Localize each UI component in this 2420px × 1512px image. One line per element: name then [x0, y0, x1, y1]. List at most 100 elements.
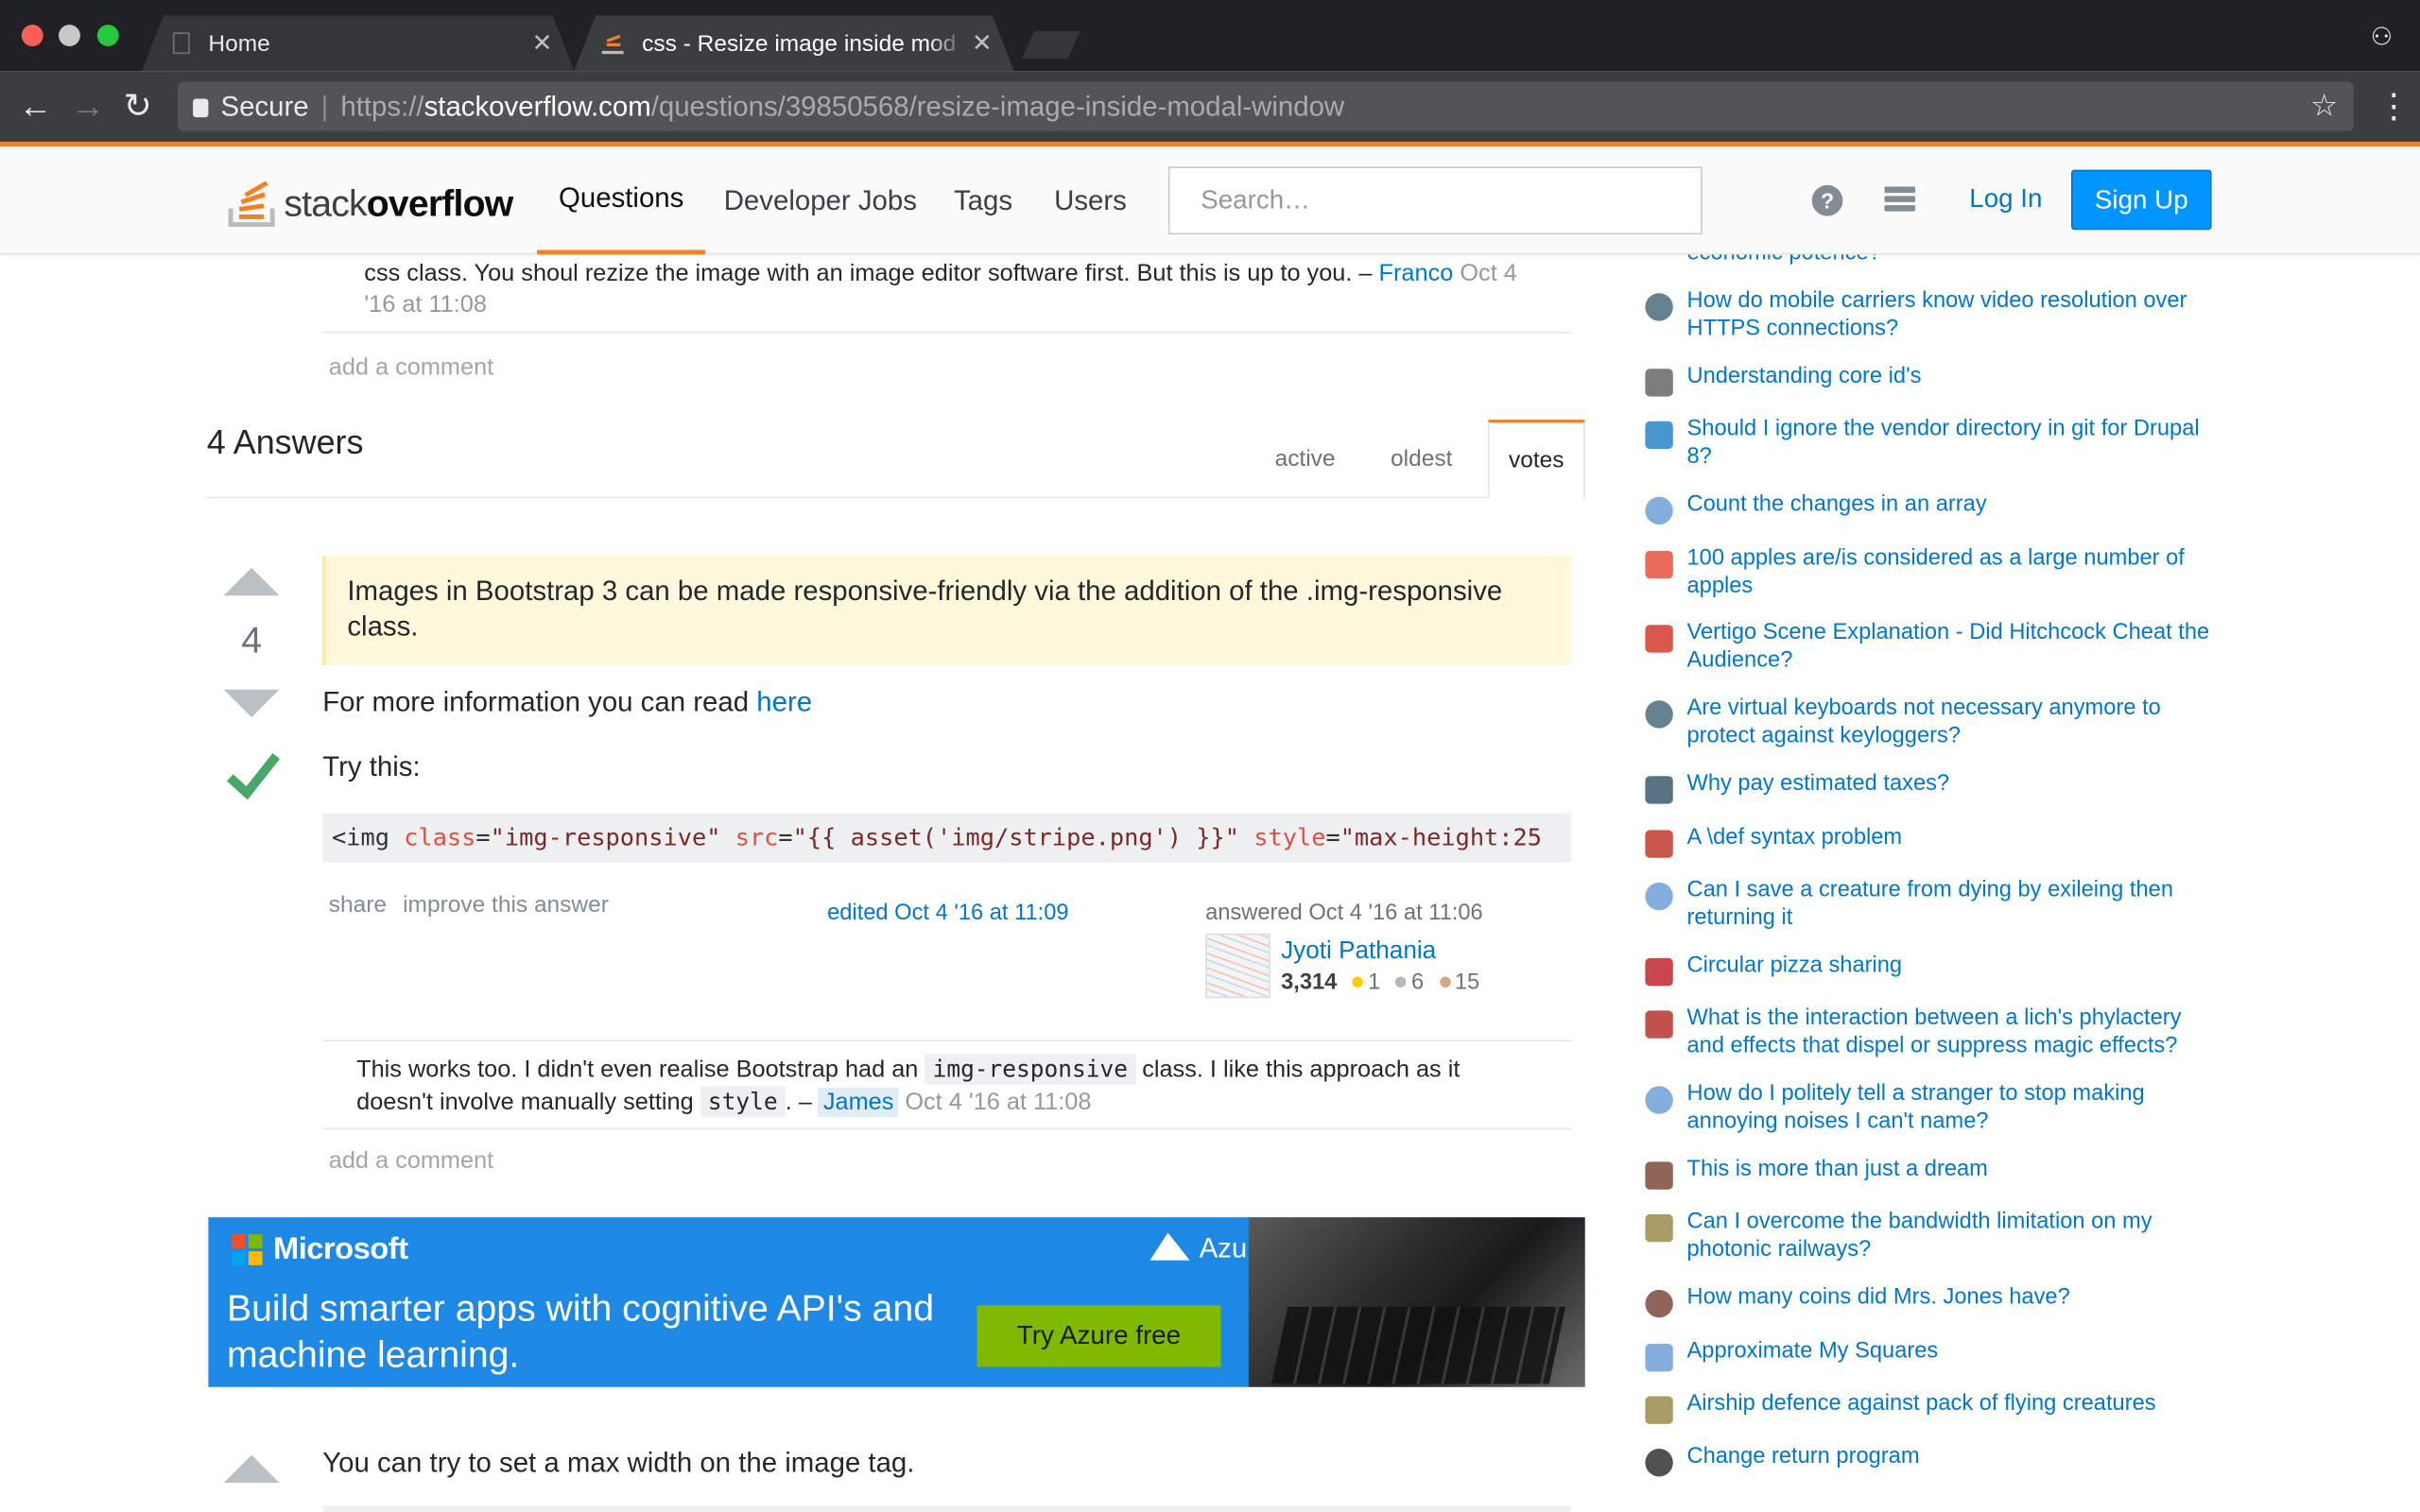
close-window-button[interactable] [21, 25, 43, 46]
hot-question-link[interactable]: Why pay estimated taxes? [1686, 770, 2211, 798]
sort-tab-oldest[interactable]: oldest [1391, 446, 1452, 472]
reload-icon[interactable]: ↻ [124, 86, 152, 126]
comment-user-link[interactable]: James [818, 1088, 899, 1118]
login-link[interactable]: Log In [1969, 183, 2042, 215]
answered-time: answered Oct 4 '16 at 11:06 [1205, 901, 1483, 926]
advertisement-banner[interactable]: Microsoft Build smarter apps with cognit… [208, 1217, 1585, 1387]
answer-paragraph: For more information you can read here [322, 686, 813, 718]
hot-question-link[interactable]: A \def syntax problem [1686, 824, 2211, 851]
comment-date: Oct 4 [1460, 260, 1517, 287]
tab-active[interactable]: css - Resize image inside mod ✕ [574, 15, 1013, 71]
hot-question-link[interactable]: Circular pizza sharing [1686, 952, 2211, 979]
menu-icon[interactable]: ⋮ [2377, 86, 2411, 126]
signup-button[interactable]: Sign Up [2071, 169, 2212, 231]
minimize-window-button[interactable] [59, 25, 80, 46]
divider: | [320, 90, 329, 122]
hot-question-link[interactable]: Approximate My Squares [1686, 1338, 2211, 1366]
unix-linux-se-icon [1645, 369, 1673, 397]
rpg-se-icon [1645, 1010, 1673, 1039]
question-comment: css class. You shoul rezize the image wi… [364, 260, 1517, 318]
divider [322, 1040, 1572, 1042]
answer-paragraph: You can try to set a max width on the im… [322, 1447, 915, 1479]
hot-question-link[interactable]: Should I ignore the vendor directory in … [1686, 415, 2211, 471]
stackoverflow-logo[interactable]: stackoverflow [228, 171, 513, 227]
improve-answer-link[interactable]: improve this answer [403, 892, 609, 919]
hot-question-link[interactable]: Vertigo Scene Explanation - Did Hitchcoc… [1686, 619, 2211, 675]
accepted-check-icon [226, 752, 280, 799]
tab-home[interactable]: Home ✕ [142, 15, 574, 71]
help-icon[interactable]: ? [1811, 184, 1843, 216]
hot-question-link[interactable]: How many coins did Mrs. Jones have? [1686, 1283, 2211, 1311]
forward-icon[interactable]: → [71, 86, 105, 126]
money-se-icon [1645, 776, 1673, 804]
edited-link[interactable]: edited Oct 4 '16 at 11:09 [827, 898, 1068, 929]
ad-headline: Build smarter apps with cognitive API's … [226, 1288, 935, 1377]
tab-label: Home [208, 29, 270, 57]
hot-question-link[interactable]: Understanding core id's [1686, 363, 2211, 390]
comment-date-cont: '16 at 11:08 [364, 291, 487, 318]
address-bar[interactable]: Secure | https://stackoverflow.com/quest… [177, 81, 2354, 131]
stackoverflow-favicon-icon [602, 32, 624, 54]
hot-question-link[interactable]: This is more than just a dream [1686, 1156, 2211, 1183]
hot-question-link[interactable]: Can I save a creature from dying by exil… [1686, 876, 2211, 932]
user-name-link[interactable]: Jyoti Pathania [1281, 936, 1436, 968]
vote-count: 4 [241, 620, 263, 662]
here-link[interactable]: here [756, 687, 812, 718]
add-comment-link[interactable]: add a comment [329, 1146, 493, 1177]
answer-blockquote: Images in Bootstrap 3 can be made respon… [322, 555, 1572, 665]
back-icon[interactable]: ← [19, 86, 53, 126]
microsoft-logo-icon [231, 1234, 263, 1265]
logo-wordmark: stackoverflow [284, 183, 513, 226]
tex-se-icon [1645, 830, 1673, 858]
hot-question-link[interactable]: What is the interaction between a lich's… [1686, 1005, 2211, 1060]
add-comment-link[interactable]: add a comment [329, 353, 493, 385]
try-azure-button[interactable]: Try Azure free [977, 1305, 1221, 1367]
share-link[interactable]: share [329, 892, 387, 919]
tab-label: css - Resize image inside mod [642, 29, 957, 57]
close-tab-icon[interactable]: ✕ [972, 27, 993, 59]
zoom-window-button[interactable] [96, 25, 119, 46]
answer-paragraph: Try this: [322, 751, 421, 782]
sort-tab-active[interactable]: active [1275, 446, 1336, 472]
hot-question-link[interactable]: Count the changes in an array [1686, 490, 2211, 518]
downvote-button[interactable] [223, 689, 280, 718]
code-block[interactable]: <img class="img-responsive" src="{{ asse… [322, 813, 1572, 863]
drupal-se-icon [1645, 421, 1673, 450]
codereview-se-icon [1645, 1449, 1673, 1477]
ad-photo [1248, 1217, 1585, 1387]
security-se-icon [1645, 700, 1673, 729]
nav-questions[interactable]: Questions [537, 146, 706, 255]
url-host: stackoverflow.com [424, 90, 651, 122]
review-queue-icon[interactable] [1884, 186, 1916, 215]
worldbuilding-se-icon [1645, 1213, 1673, 1243]
nav-tags[interactable]: Tags [954, 146, 1012, 254]
url-scheme: https:// [340, 90, 424, 122]
nav-developer-jobs[interactable]: Developer Jobs [724, 146, 917, 254]
ad-brand: Microsoft [272, 1232, 408, 1267]
hot-question-link[interactable]: 100 apples are/is considered as a large … [1686, 544, 2211, 600]
new-tab-button[interactable] [1022, 31, 1080, 59]
answers-heading: 4 Answers [206, 422, 364, 462]
comment-user-link[interactable]: Franco [1379, 261, 1454, 287]
close-tab-icon[interactable]: ✕ [532, 27, 553, 59]
hot-question-link[interactable]: Airship defence against pack of flying c… [1686, 1390, 2211, 1418]
hot-question-link[interactable]: How do I politely tell a stranger to sto… [1686, 1080, 2211, 1136]
divider [322, 1505, 1572, 1512]
hot-question-link[interactable]: Change return program [1686, 1443, 2211, 1470]
bookmark-star-icon[interactable]: ☆ [2310, 86, 2338, 125]
divider [322, 1127, 1572, 1130]
upvote-button[interactable] [223, 567, 280, 596]
nav-users[interactable]: Users [1054, 146, 1127, 254]
incognito-icon: ⚇ [2370, 25, 2394, 51]
hot-question-link[interactable]: How do mobile carriers know video resolu… [1686, 287, 2211, 343]
upvote-button[interactable] [223, 1454, 280, 1483]
hot-question-link[interactable]: Can I overcome the bandwidth limitation … [1686, 1208, 2211, 1263]
azure-icon [1150, 1232, 1190, 1261]
sort-tab-votes[interactable]: votes [1487, 420, 1585, 500]
codegolf-se-icon [1645, 1344, 1673, 1372]
hot-question-link[interactable]: Are virtual keyboards not necessary anym… [1686, 695, 2211, 750]
divider [206, 496, 1584, 499]
codegolf-se-icon [1645, 496, 1673, 525]
user-avatar[interactable] [1205, 933, 1270, 999]
search-input[interactable]: Search… [1167, 166, 1703, 235]
